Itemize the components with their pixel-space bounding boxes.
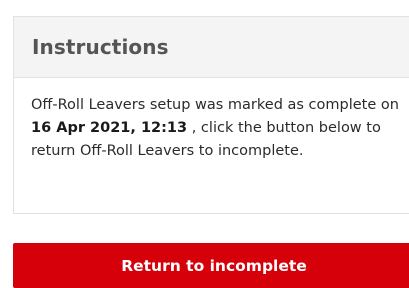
instructions-text-before: Off-Roll Leavers setup was marked as com… <box>31 97 399 113</box>
instructions-panel: Instructions Off-Roll Leavers setup was … <box>13 16 409 214</box>
instructions-title: Instructions <box>32 35 169 59</box>
return-to-incomplete-button[interactable]: Return to incomplete <box>13 243 409 288</box>
instructions-body: Off-Roll Leavers setup was marked as com… <box>14 78 409 163</box>
instructions-header: Instructions <box>14 17 409 78</box>
page: Instructions Off-Roll Leavers setup was … <box>0 0 409 288</box>
completed-datetime: 16 Apr 2021, 12:13 <box>31 120 188 136</box>
